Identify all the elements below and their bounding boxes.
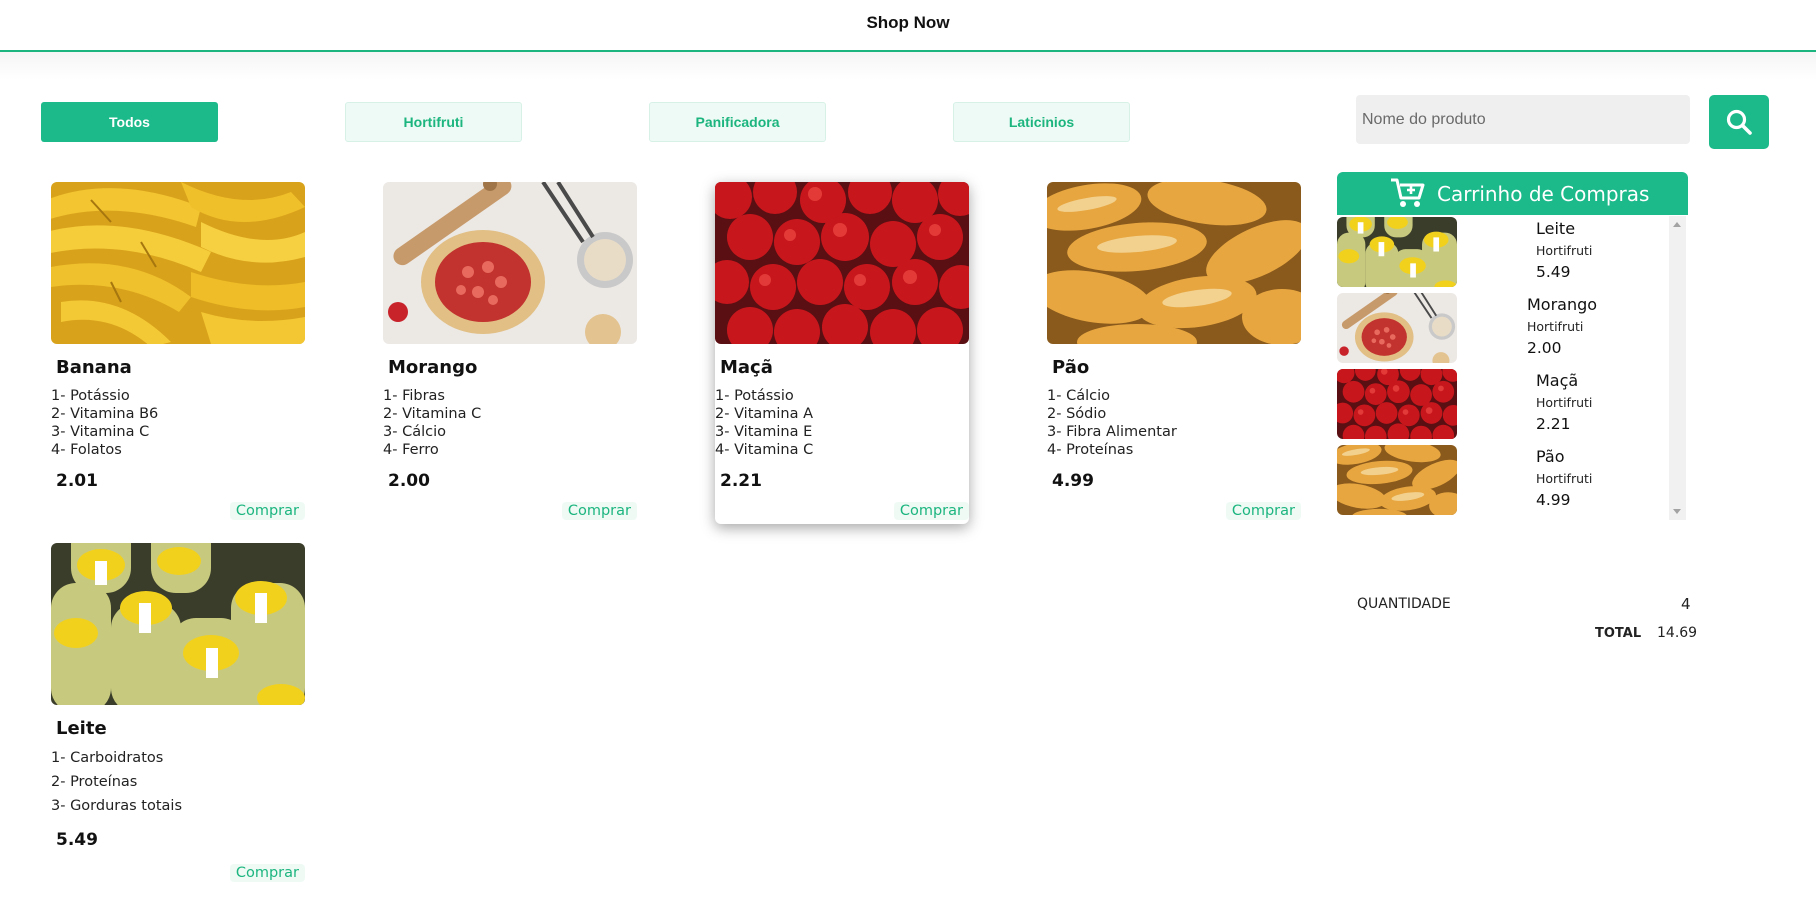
cart-item-price: 2.21 xyxy=(1536,415,1571,433)
buy-button[interactable]: Comprar xyxy=(229,864,305,882)
cart-scrollbar[interactable] xyxy=(1669,216,1686,520)
product-image-strawberry-tart xyxy=(383,182,637,344)
product-price: 2.01 xyxy=(56,471,98,491)
product-nutrients: 1- Potássio 2- Vitamina A 3- Vitamina E … xyxy=(715,387,813,459)
buy-button[interactable]: Comprar xyxy=(1225,502,1301,520)
cart-icon xyxy=(1391,178,1425,207)
filter-todos[interactable]: Todos xyxy=(41,102,218,142)
cart-item-price: 2.00 xyxy=(1527,339,1562,357)
product-card-banana: Banana 1- Potássio 2- Vitamina B6 3- Vit… xyxy=(51,182,305,524)
cart-item: Morango Hortifruti 2.00 xyxy=(1337,291,1672,363)
search-button[interactable] xyxy=(1709,95,1769,149)
nutrient-item: 3- Vitamina E xyxy=(715,424,813,440)
nutrient-item: 2- Proteínas xyxy=(51,774,138,790)
product-name: Maçã xyxy=(720,357,773,378)
cart-header: Carrinho de Compras xyxy=(1337,172,1688,215)
nutrient-item: 2- Vitamina C xyxy=(383,406,482,422)
buy-button[interactable]: Comprar xyxy=(893,502,969,520)
product-image-milk-bottles xyxy=(51,543,305,705)
nutrient-item: 3- Cálcio xyxy=(383,424,446,440)
nutrient-item: 2- Sódio xyxy=(1047,406,1107,422)
cart-item: Pão Hortifruti 4.99 xyxy=(1337,443,1672,515)
search-icon xyxy=(1726,109,1752,135)
total-value: 14.69 xyxy=(1657,625,1698,641)
filter-hortifruti[interactable]: Hortifruti xyxy=(345,102,522,142)
scroll-down-arrow-icon[interactable] xyxy=(1673,509,1681,514)
cart-item-category: Hortifruti xyxy=(1536,471,1593,486)
product-nutrients: 1- Potássio 2- Vitamina B6 3- Vitamina C… xyxy=(51,387,158,459)
nutrient-item: 4- Proteínas xyxy=(1047,442,1134,458)
nutrient-item: 1- Fibras xyxy=(383,388,445,404)
cart-item: Leite Hortifruti 5.49 xyxy=(1337,215,1672,287)
cart-item: Maçã Hortifruti 2.21 xyxy=(1337,367,1672,439)
product-nutrients: 1- Cálcio 2- Sódio 3- Fibra Alimentar 4-… xyxy=(1047,387,1177,459)
cart-item-image-apples xyxy=(1337,369,1457,439)
cart-title: Carrinho de Compras xyxy=(1437,182,1650,206)
cart-item-category: Hortifruti xyxy=(1536,243,1593,258)
product-name: Banana xyxy=(56,357,132,378)
nutrient-item: 4- Folatos xyxy=(51,442,122,458)
product-name: Morango xyxy=(388,357,478,378)
cart-list[interactable]: Leite Hortifruti 5.49 Morango Hortifruti… xyxy=(1337,215,1686,521)
product-price: 2.21 xyxy=(720,471,762,491)
cart-item-image-bread xyxy=(1337,445,1457,515)
nutrient-item: 3- Vitamina C xyxy=(51,424,150,440)
product-name: Pão xyxy=(1052,357,1090,378)
header-shadow xyxy=(0,52,1816,80)
product-price: 4.99 xyxy=(1052,471,1094,491)
scroll-up-arrow-icon[interactable] xyxy=(1673,222,1681,227)
filter-panificadora[interactable]: Panificadora xyxy=(649,102,826,142)
cart-item-category: Hortifruti xyxy=(1536,395,1593,410)
cart-item-name: Pão xyxy=(1536,447,1565,466)
nutrient-item: 4- Ferro xyxy=(383,442,439,458)
product-image-bananas xyxy=(51,182,305,344)
nutrient-item: 1- Carboidratos xyxy=(51,750,164,766)
nutrient-item: 4- Vitamina C xyxy=(715,442,814,458)
cart-item-name: Leite xyxy=(1536,219,1576,238)
app-title: Shop Now xyxy=(866,13,950,32)
nutrient-item: 1- Cálcio xyxy=(1047,388,1110,404)
product-image-apples xyxy=(715,182,969,344)
nutrient-item: 2- Vitamina B6 xyxy=(51,406,159,422)
product-nutrients: 1- Fibras 2- Vitamina C 3- Cálcio 4- Fer… xyxy=(383,387,481,459)
buy-button[interactable]: Comprar xyxy=(561,502,637,520)
nutrient-item: 3- Gorduras totais xyxy=(51,798,182,814)
product-card-morango: Morango 1- Fibras 2- Vitamina C 3- Cálci… xyxy=(383,182,637,524)
cart-item-image-strawberry-tart xyxy=(1337,293,1457,363)
quantity-value: 4 xyxy=(1681,595,1691,613)
cart-item-price: 5.49 xyxy=(1536,263,1571,281)
product-card-maca: Maçã 1- Potássio 2- Vitamina A 3- Vitami… xyxy=(715,182,969,524)
nutrient-item: 3- Fibra Alimentar xyxy=(1047,424,1177,440)
quantity-label: QUANTIDADE xyxy=(1357,596,1451,612)
product-nutrients: 1- Carboidratos 2- Proteínas 3- Gorduras… xyxy=(51,746,182,818)
cart-item-name: Maçã xyxy=(1536,371,1579,390)
product-name: Leite xyxy=(56,718,107,739)
cart-item-image-milk-bottles xyxy=(1337,217,1457,287)
search-input[interactable] xyxy=(1356,95,1690,144)
product-card-pao: Pão 1- Cálcio 2- Sódio 3- Fibra Alimenta… xyxy=(1047,182,1301,524)
buy-button[interactable]: Comprar xyxy=(229,502,305,520)
nutrient-item: 1- Potássio xyxy=(51,388,130,404)
nutrient-item: 1- Potássio xyxy=(715,388,794,404)
cart-item-price: 4.99 xyxy=(1536,491,1571,509)
filter-laticinios[interactable]: Laticinios xyxy=(953,102,1130,142)
cart-item-category: Hortifruti xyxy=(1527,319,1584,334)
product-image-bread xyxy=(1047,182,1301,344)
top-bar: Shop Now xyxy=(0,0,1816,52)
product-price: 2.00 xyxy=(388,471,430,491)
cart-item-name: Morango xyxy=(1527,295,1598,314)
product-price: 5.49 xyxy=(56,830,98,850)
total-label: TOTAL xyxy=(1595,626,1642,641)
nutrient-item: 2- Vitamina A xyxy=(715,406,814,422)
product-card-leite: Leite 1- Carboidratos 2- Proteínas 3- Go… xyxy=(51,543,305,888)
